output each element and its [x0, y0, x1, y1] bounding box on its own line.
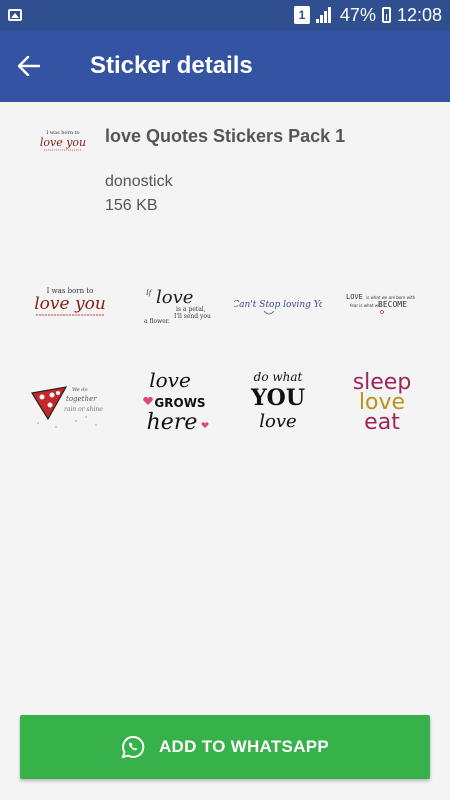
- sticker-item[interactable]: I was born to love you: [22, 256, 118, 350]
- back-button[interactable]: [0, 30, 58, 102]
- sticker-item[interactable]: do what YOU love: [230, 354, 326, 448]
- sim-icon: 1: [293, 6, 310, 24]
- sticker-grid: I was born to love you If love is a peta…: [22, 256, 428, 448]
- svg-text:a flower.: a flower.: [144, 318, 170, 325]
- svg-text:fear is what we: fear is what we: [350, 303, 381, 308]
- svg-text:love you: love you: [40, 136, 86, 149]
- svg-text:together: together: [66, 395, 97, 403]
- app-bar: Sticker details: [0, 30, 450, 102]
- svg-text:love: love: [259, 411, 296, 432]
- pack-header: I was born to love you love Quotes Stick…: [0, 102, 450, 242]
- pack-name: love Quotes Stickers Pack 1: [105, 126, 346, 146]
- svg-text:love: love: [156, 287, 193, 308]
- svg-text:LOVE: LOVE: [346, 293, 363, 301]
- sticker-item[interactable]: love GROWS here: [126, 354, 222, 448]
- sticker-love-become: LOVE is what we are born with BECOME fea…: [346, 293, 416, 314]
- svg-text:eat: eat: [364, 410, 400, 435]
- page-title: Sticker details: [90, 52, 253, 79]
- add-to-whatsapp-button[interactable]: ADD TO WHATSAPP: [20, 715, 430, 779]
- svg-text:love: love: [149, 368, 191, 392]
- svg-text:here: here: [147, 410, 198, 435]
- sticker-item[interactable]: We do together rain or shine: [22, 354, 118, 448]
- add-to-whatsapp-label: ADD TO WHATSAPP: [158, 737, 330, 756]
- svg-text:GROWS: GROWS: [154, 396, 205, 410]
- svg-text:love you: love you: [34, 294, 106, 314]
- sticker-item[interactable]: I Can't Stop loving You: [230, 256, 326, 350]
- svg-text:If: If: [145, 289, 153, 297]
- svg-text:BECOME: BECOME: [378, 300, 407, 309]
- battery-icon: [381, 7, 391, 23]
- sticker-rainy-love: We do together rain or shine: [31, 386, 103, 428]
- sticker-item[interactable]: LOVE is what we are born with BECOME fea…: [334, 256, 430, 350]
- clock: 12:08: [396, 4, 442, 25]
- image-notification-icon: [8, 9, 22, 21]
- svg-text:I Can't Stop loving You: I Can't Stop loving You: [234, 300, 322, 310]
- sticker-born-to-love-you: I was born to love you: [34, 287, 106, 316]
- signal-icon: [315, 7, 334, 23]
- sticker-item[interactable]: sleep love eat: [334, 354, 430, 448]
- status-bar: 1 47% 12:08: [0, 0, 450, 30]
- pack-publisher: donostick: [105, 173, 173, 190]
- sticker-do-what-you-love: do what YOU love: [250, 370, 305, 432]
- svg-text:We do: We do: [72, 387, 88, 393]
- status-right: 1 47% 12:08: [293, 4, 442, 26]
- back-arrow-icon: [18, 56, 40, 76]
- whatsapp-icon: [121, 735, 145, 759]
- svg-text:YOU: YOU: [250, 385, 305, 411]
- battery-percent: 47%: [339, 4, 376, 25]
- sticker-sleep-love-eat: sleep love eat: [353, 370, 412, 435]
- sticker-love-grows-here: love GROWS here: [143, 368, 209, 435]
- svg-text:is a petal,: is a petal,: [176, 306, 206, 313]
- sticker-item[interactable]: If love is a petal, I'll send you a flow…: [126, 256, 222, 350]
- status-left: [8, 9, 22, 21]
- sticker-love-petal: If love is a petal, I'll send you a flow…: [144, 287, 211, 325]
- sticker-cant-stop-loving: I Can't Stop loving You: [234, 300, 322, 315]
- svg-text:rain or shine: rain or shine: [64, 406, 103, 413]
- pack-size: 156 KB: [105, 197, 158, 214]
- pack-tray-icon: I was born to love you: [36, 122, 90, 158]
- svg-text:do what: do what: [254, 370, 303, 384]
- svg-text:I'll send you: I'll send you: [174, 313, 211, 320]
